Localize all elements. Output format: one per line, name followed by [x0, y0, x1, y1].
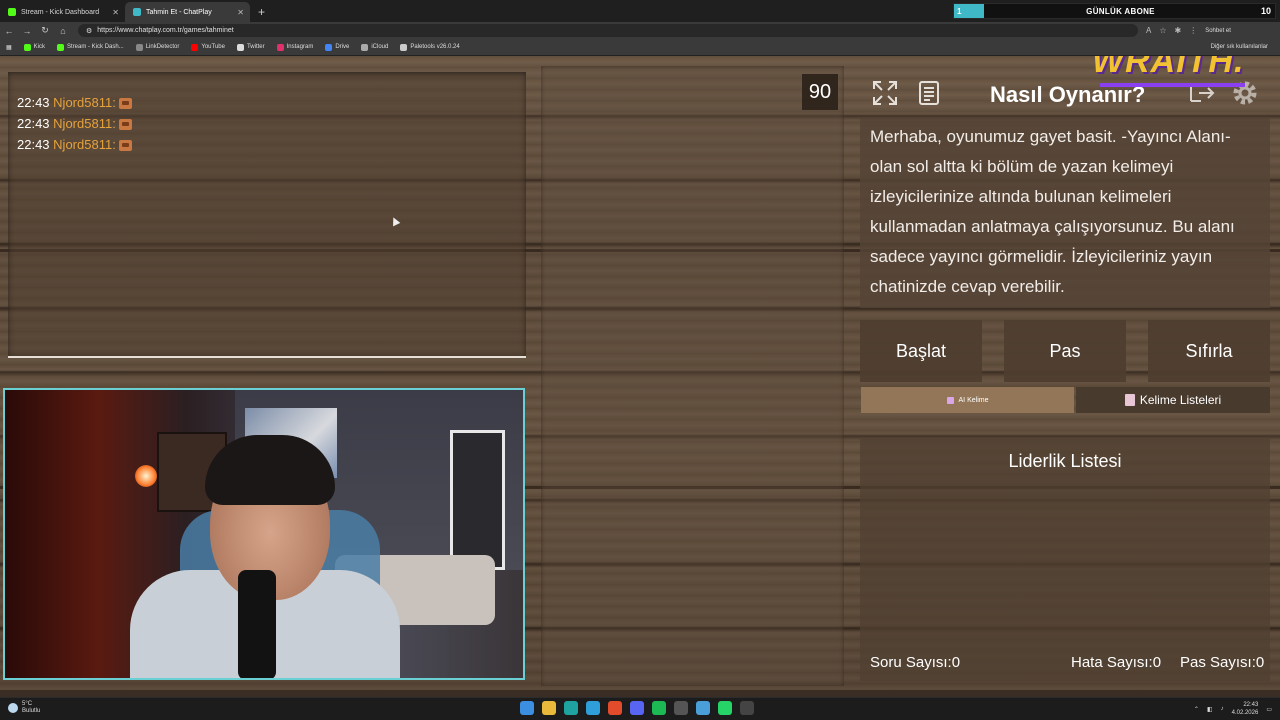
reload-icon[interactable]: ↻ — [36, 25, 54, 36]
back-icon[interactable]: ← — [0, 26, 18, 36]
countdown-timer: 90 — [802, 74, 838, 110]
leaderboard-panel: Liderlik Listesi Soru Sayısı:0 Hata Sayı… — [860, 439, 1270, 681]
bookmark-drive[interactable]: Drive — [325, 43, 349, 51]
chatplay-favicon-icon — [133, 8, 141, 16]
streamer-logo-underline — [1100, 83, 1245, 87]
url-input[interactable]: ⚙ https://www.chatplay.com.tr/games/tahm… — [78, 24, 1138, 37]
howto-panel: Merhaba, oyunumuz gayet basit. -Yayıncı … — [860, 118, 1270, 308]
address-bar-row: ← → ↻ ⌂ ⚙ https://www.chatplay.com.tr/ga… — [0, 22, 1280, 39]
notification-icon[interactable]: ▭ — [1266, 706, 1272, 713]
streamer-logo: WRAITH. — [1092, 56, 1245, 80]
telegram-icon[interactable] — [586, 701, 600, 715]
bookmark-kick-dashboard[interactable]: Stream - Kick Dash... — [57, 43, 124, 51]
bookmarks-bar: ▦ Kick Stream - Kick Dash... LinkDetecto… — [0, 39, 1280, 56]
menu-icon[interactable]: ⋮ — [1189, 26, 1197, 35]
tab-word-lists[interactable]: Kelime Listeleri — [1076, 387, 1270, 413]
vscode-icon[interactable] — [696, 701, 710, 715]
list-icon[interactable] — [914, 78, 944, 108]
spotify-icon[interactable] — [652, 701, 666, 715]
reset-button[interactable]: Sıfırla — [1148, 320, 1270, 382]
bookmark-kick[interactable]: Kick — [23, 43, 45, 51]
errors-count: Hata Sayısı:0 — [1071, 654, 1162, 671]
expand-icon[interactable] — [870, 78, 900, 108]
edge-icon[interactable] — [564, 701, 578, 715]
volume-icon[interactable]: ♪ — [1221, 706, 1224, 712]
chat-panel — [8, 72, 526, 358]
tab-label: Tahmin Et - ChatPlay — [146, 8, 212, 16]
sub-goal-progress: 1 — [954, 4, 984, 18]
emote-icon — [118, 140, 132, 152]
file-explorer-icon[interactable] — [542, 701, 556, 715]
page-bottom-strip — [0, 690, 1280, 697]
leaderboard-title: Liderlik Listesi — [1008, 451, 1122, 471]
clock[interactable]: 22:43 4.02.2026 — [1232, 701, 1259, 717]
chat-button[interactable]: Sohbet et — [1205, 28, 1231, 34]
site-info-icon[interactable]: ⚙ — [86, 27, 92, 35]
new-tab-button[interactable]: + — [250, 2, 273, 22]
discord-icon[interactable] — [630, 701, 644, 715]
chat-message: 22:43 Njord5811: — [17, 137, 132, 152]
windows-taskbar: 5°C Bulutlu ⌃ ◧ ♪ 22:43 4.02.2026 ▭ — [0, 697, 1280, 720]
cloud-icon — [8, 703, 18, 713]
howto-text: Merhaba, oyunumuz gayet basit. -Yayıncı … — [870, 127, 1235, 296]
kick-favicon-icon — [8, 8, 16, 16]
bookmark-paletools[interactable]: Paletools v26.0.24 — [400, 43, 460, 51]
bookmark-instagram[interactable]: Instagram — [276, 43, 313, 51]
tab-close-icon[interactable]: ✕ — [112, 8, 119, 17]
tab-label: Stream - Kick Dashboard — [21, 8, 100, 16]
obs-icon[interactable] — [740, 701, 754, 715]
app-icon[interactable] — [674, 701, 688, 715]
sub-goal-count: 10 — [1260, 6, 1271, 16]
network-icon[interactable]: ◧ — [1207, 706, 1213, 713]
notepad-icon — [1124, 394, 1135, 406]
ai-icon — [946, 396, 954, 404]
chrome-icon[interactable] — [608, 701, 622, 715]
bookmark-youtube[interactable]: YouTube — [191, 43, 225, 51]
translate-icon[interactable]: A — [1146, 26, 1151, 35]
tab-ai-word[interactable]: AI Kelime — [861, 387, 1074, 413]
bookmark-linkdetector[interactable]: LinkDetector — [135, 43, 179, 51]
tab-tahmin-et[interactable]: Tahmin Et - ChatPlay ✕ — [125, 2, 250, 22]
bookmark-icloud[interactable]: iCloud — [361, 43, 388, 51]
start-button[interactable]: Başlat — [860, 320, 982, 382]
home-icon[interactable]: ⌂ — [54, 26, 72, 36]
other-bookmarks[interactable]: Diğer sık kullanılanlar — [1211, 44, 1268, 50]
game-page: 22:43 Njord5811: 22:43 Njord5811: 22:43 … — [0, 56, 1280, 690]
chat-message: 22:43 Njord5811: — [17, 95, 132, 110]
tab-close-icon[interactable]: ✕ — [237, 8, 244, 17]
weather-widget[interactable]: 5°C Bulutlu — [8, 701, 40, 715]
daily-sub-goal-bar: 1 GÜNLÜK ABONE 10 — [953, 3, 1276, 19]
emote-icon — [118, 119, 132, 131]
pass-button[interactable]: Pas — [1004, 320, 1126, 382]
windows-start-icon[interactable] — [520, 701, 534, 715]
system-tray: ⌃ ◧ ♪ 22:43 4.02.2026 ▭ — [1194, 701, 1272, 717]
questions-count: Soru Sayısı:0 — [870, 654, 961, 671]
sub-goal-title: GÜNLÜK ABONE — [1086, 6, 1155, 16]
passes-count: Pas Sayısı:0 — [1180, 654, 1265, 671]
chat-message: 22:43 Njord5811: — [17, 116, 132, 131]
extensions-icon[interactable]: ✱ — [1175, 26, 1182, 35]
chevron-up-icon[interactable]: ⌃ — [1194, 706, 1199, 713]
whatsapp-icon[interactable] — [718, 701, 732, 715]
streamer-word-panel — [541, 66, 844, 686]
url-text: https://www.chatplay.com.tr/games/tahmin… — [97, 27, 234, 34]
tab-kick-dashboard[interactable]: Stream - Kick Dashboard ✕ — [0, 2, 125, 22]
forward-icon[interactable]: → — [18, 26, 36, 36]
webcam-feed — [3, 388, 525, 680]
bookmark-twitter[interactable]: Twitter — [236, 43, 265, 51]
bookmark-star-icon[interactable]: ☆ — [1159, 26, 1166, 35]
emote-icon — [118, 98, 132, 110]
apps-icon[interactable]: ▦ — [6, 44, 12, 51]
